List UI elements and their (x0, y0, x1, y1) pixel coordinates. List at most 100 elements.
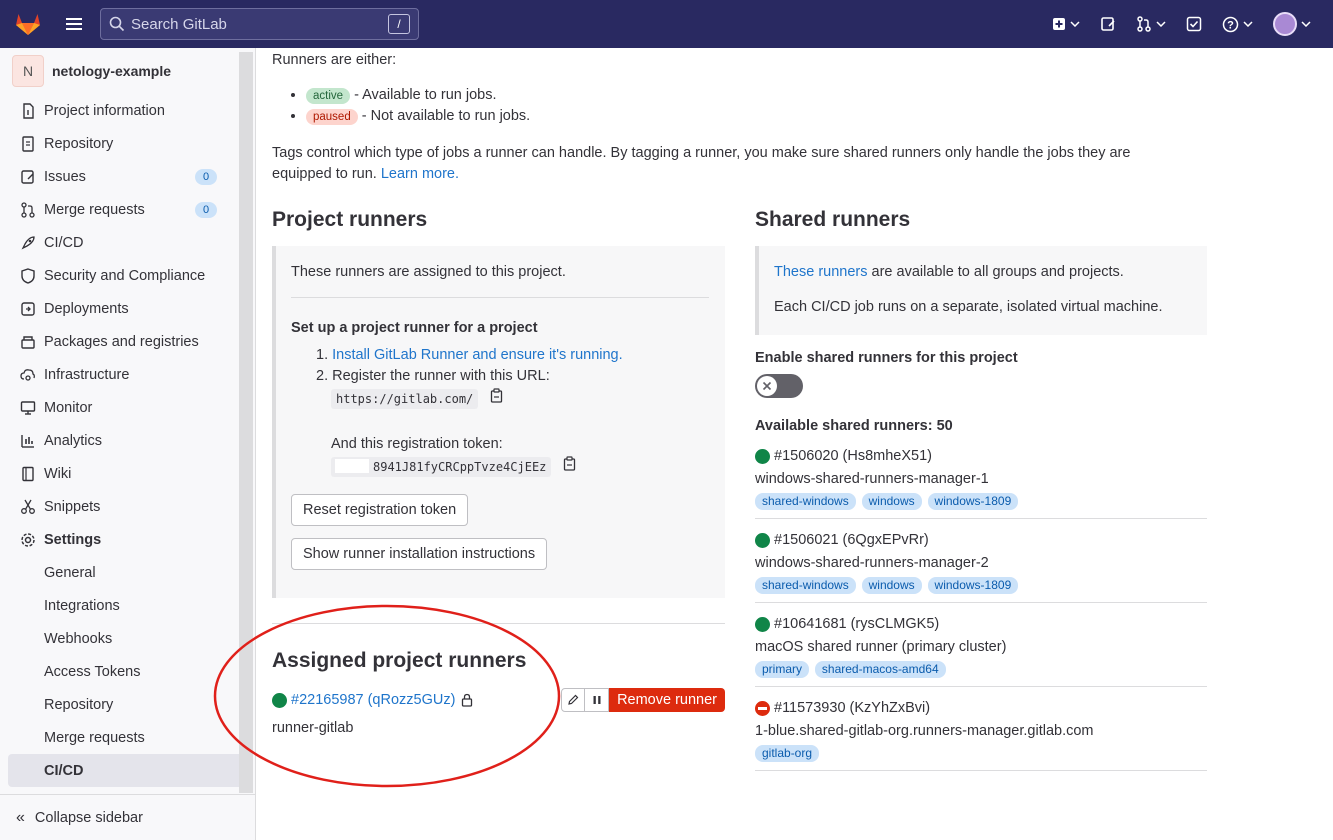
chevron-down-icon (1156, 21, 1166, 27)
sidebar-item-snippets[interactable]: Snippets (0, 490, 255, 523)
learn-more-link[interactable]: Learn more. (381, 166, 459, 182)
runner-online-status-icon (755, 532, 770, 548)
divider (291, 297, 709, 298)
runner-tag: windows-1809 (927, 493, 1019, 510)
merge-requests-dropdown[interactable] (1136, 16, 1166, 32)
plus-square-icon (1053, 18, 1065, 30)
sidebar-item-repository[interactable]: Repository (0, 127, 255, 160)
runner-tags: shared-windows windows windows-1809 (755, 492, 1207, 510)
token-label: And this registration token: (331, 436, 503, 452)
runners-intro-text: Runners are either: (272, 52, 397, 68)
sidebar-item-monitor[interactable]: Monitor (0, 391, 255, 424)
show-runner-installation-button[interactable]: Show runner installation instructions (291, 538, 548, 570)
collapse-sidebar-label: Collapse sidebar (34, 809, 143, 826)
sidebar-item-settings[interactable]: Settings (0, 523, 255, 556)
deployments-icon (20, 301, 36, 317)
help-question-icon: ? (1222, 16, 1239, 32)
sidebar-item-label: Wiki (44, 465, 72, 482)
sidebar-item-packages-and-registries[interactable]: Packages and registries (0, 325, 255, 358)
sidebar-item-analytics[interactable]: Analytics (0, 424, 255, 457)
chevron-down-icon (1070, 21, 1080, 27)
merge-request-icon (1137, 16, 1151, 32)
shared-runners-toggle[interactable] (755, 374, 803, 398)
runner-tag: shared-windows (755, 493, 856, 510)
vm-text: Each CI/CD job runs on a separate, isola… (774, 299, 1163, 315)
reset-registration-token-button[interactable]: Reset registration token (291, 494, 469, 526)
sidebar-item-label: CI/CD (44, 234, 84, 251)
sidebar-item-cicd[interactable]: CI/CD (0, 226, 255, 259)
copy-url-button[interactable] (490, 388, 503, 410)
project-runners-box: These runners are assigned to this proje… (272, 246, 725, 598)
sidebar-item-label: Security and Compliance (44, 267, 206, 284)
chevron-down-icon (1301, 21, 1311, 27)
help-dropdown[interactable]: ? (1222, 16, 1253, 33)
sidebar-item-wiki[interactable]: Wiki (0, 457, 255, 490)
sidebar-item-deployments[interactable]: Deployments (0, 292, 255, 325)
collapse-sidebar-button[interactable]: « Collapse sidebar (0, 794, 256, 840)
sidebar-item-label: Access Tokens (44, 663, 141, 680)
info-icon (20, 102, 36, 119)
project-runners-title: Project runners (272, 208, 428, 231)
sidebar-item-merge-requests[interactable]: Merge requests 0 (0, 193, 255, 226)
shared-runner-item: #1506020 (Hs8mheX51) windows-shared-runne… (755, 435, 1207, 519)
sidebar-item-label: Integrations (44, 597, 120, 614)
active-status-pill: active (306, 88, 351, 104)
shared-available-text: These runners are available to all group… (774, 262, 1192, 282)
todo-check-icon (1186, 16, 1202, 32)
sidebar-item-label: Project information (44, 102, 165, 119)
remove-runner-button[interactable]: Remove runner (609, 688, 725, 712)
runner-description: macOS shared runner (primary cluster) (755, 639, 1007, 655)
sidebar-item-label: Issues (44, 168, 86, 185)
runner-id: #11573930 (KzYhZxBvi) (755, 697, 1207, 719)
active-description: - Available to run jobs. (354, 87, 497, 103)
runner-online-status-icon (755, 448, 770, 464)
top-navbar: Search GitLab / ? (0, 0, 1333, 48)
main-content: Runners are either: active - Available t… (272, 48, 1322, 771)
create-new-dropdown[interactable] (1052, 17, 1080, 31)
runner-online-status-icon (755, 616, 770, 632)
sidebar-item-infrastructure[interactable]: Infrastructure (0, 358, 255, 391)
sidebar-item-label: Merge requests (44, 729, 145, 746)
sidebar-subitem-general[interactable]: General (0, 556, 255, 589)
pause-runner-button[interactable] (585, 688, 610, 712)
token-row: 8941J81fyCRCppTvze4CjEEz (331, 456, 710, 478)
runner-tag: shared-macos-amd64 (814, 661, 946, 678)
redaction-box (335, 458, 369, 473)
merge-request-icon (20, 201, 36, 218)
install-runner-link[interactable]: Install GitLab Runner and ensure it's ru… (332, 347, 623, 363)
enable-shared-runners-label: Enable shared runners for this project (755, 350, 1018, 366)
search-input[interactable]: Search GitLab / (100, 8, 419, 40)
sidebar-item-issues[interactable]: Issues 0 (0, 160, 255, 193)
shared-runners-list: #1506020 (Hs8mheX51) windows-shared-runne… (755, 435, 1207, 771)
sidebar-item-label: Monitor (44, 399, 93, 416)
sidebar-item-security-and-compliance[interactable]: Security and Compliance (0, 259, 255, 292)
shared-runners-section: Shared runners These runners are availab… (755, 208, 1207, 771)
runner-id-text: #10641681 (rysCLMGK5) (774, 616, 940, 632)
sidebar-item-label: Analytics (44, 432, 103, 449)
sidebar-project-header[interactable]: N netology-example (0, 48, 255, 94)
todos-button[interactable] (1186, 16, 1202, 32)
runner-tags: gitlab-org (755, 744, 1207, 762)
setup-title: Set up a project runner for a project (291, 320, 538, 336)
paused-status-pill: paused (306, 109, 358, 125)
clipboard-icon (564, 456, 576, 471)
registration-token[interactable]: 8941J81fyCRCppTvze4CjEEz (331, 456, 552, 477)
monitor-icon (20, 400, 36, 416)
chevron-down-icon (1243, 21, 1253, 27)
sidebar-item-project-information[interactable]: Project information (0, 94, 255, 127)
runner-tags: primary shared-macos-amd64 (755, 660, 1207, 678)
issues-nav-button[interactable] (1100, 16, 1116, 32)
rocket-icon (20, 235, 36, 251)
menu-hamburger-icon[interactable] (56, 0, 92, 48)
user-menu-dropdown[interactable] (1273, 12, 1311, 36)
runner-tag: windows (861, 577, 922, 594)
cloud-gear-icon (20, 367, 36, 383)
these-runners-link[interactable]: These runners (774, 264, 868, 280)
runner-id-text: #11573930 (KzYhZxBvi) (774, 700, 931, 716)
token-value: 8941J81fyCRCppTvze4CjEEz (373, 459, 547, 474)
sidebar-item-label: Repository (44, 135, 114, 152)
copy-token-button[interactable] (563, 456, 576, 478)
runner-description: windows-shared-runners-manager-1 (755, 471, 989, 487)
gitlab-logo-icon[interactable] (0, 0, 56, 48)
registration-url[interactable]: https://gitlab.com/ (331, 388, 479, 409)
